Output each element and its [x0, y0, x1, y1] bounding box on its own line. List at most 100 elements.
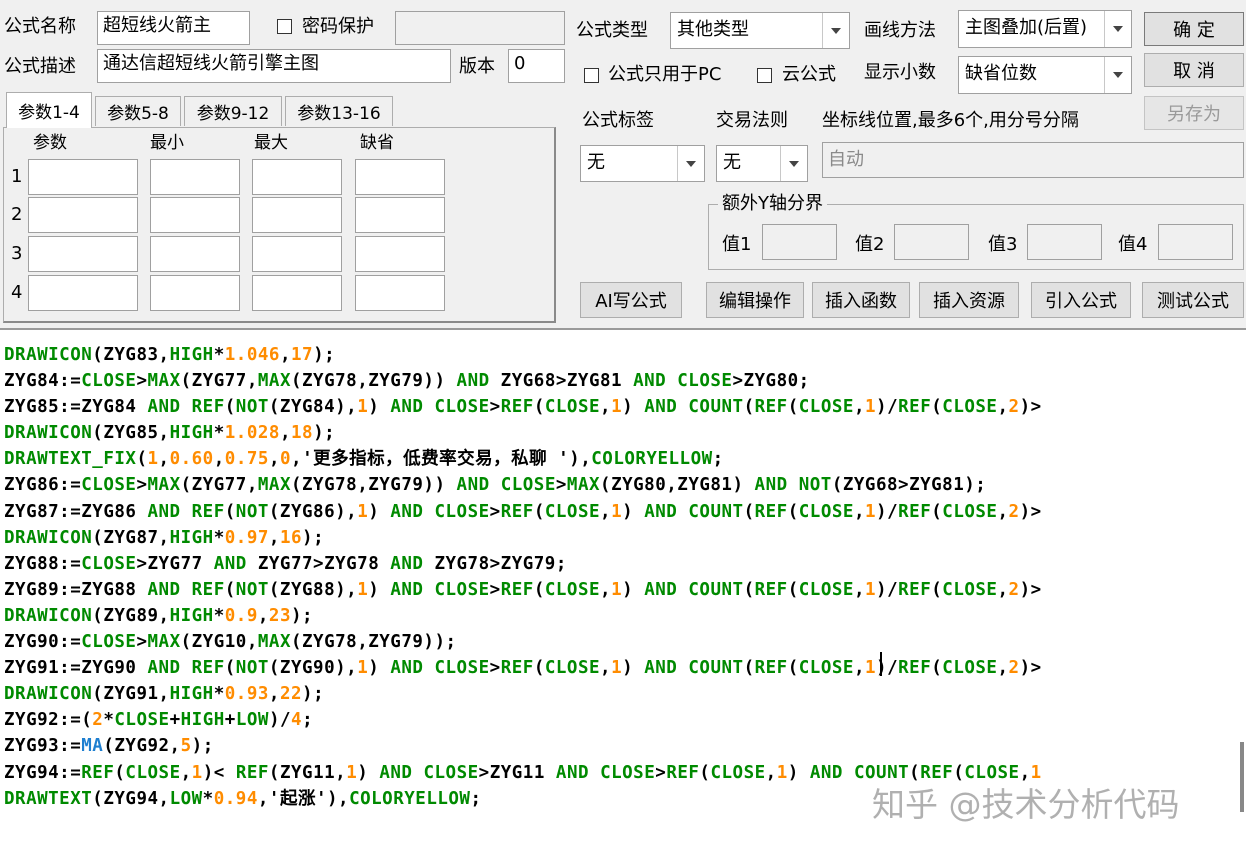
- code-token: CLOSE: [81, 553, 137, 574]
- code-token: REF: [898, 397, 932, 418]
- code-token: REF: [898, 579, 932, 600]
- code-token: )/: [876, 579, 899, 600]
- code-token: MAX: [147, 371, 181, 392]
- param-3-default-input[interactable]: [355, 236, 445, 272]
- axis-position-input[interactable]: 自动: [822, 142, 1244, 178]
- trade-rule-select[interactable]: 无: [716, 145, 808, 182]
- param-3-name-input[interactable]: [28, 236, 138, 272]
- code-line[interactable]: ZYG88:=CLOSE>ZYG77 AND ZYG77>ZYG78 AND Z…: [4, 551, 1042, 577]
- param-1-max-input[interactable]: [252, 159, 342, 195]
- code-token: ): [622, 397, 645, 418]
- code-line[interactable]: ZYG93:=MA(ZYG92,5);: [4, 733, 1042, 759]
- code-token: 16: [279, 527, 303, 548]
- code-content[interactable]: DRAWICON(ZYG83,HIGH*1.046,17); ZYG84:=CLO…: [4, 342, 1042, 812]
- test-formula-button[interactable]: 测试公式: [1142, 282, 1244, 318]
- code-line[interactable]: ZYG86:=CLOSE>MAX(ZYG77,MAX(ZYG78,ZYG79))…: [4, 472, 1042, 498]
- trade-rule-value: 无: [723, 152, 741, 173]
- param-1-name-input[interactable]: [28, 159, 138, 195]
- formula-name-label: 公式名称: [4, 16, 76, 37]
- chevron-down-icon[interactable]: [1104, 11, 1131, 47]
- chevron-down-icon[interactable]: [1104, 57, 1131, 93]
- param-3-max-input[interactable]: [252, 236, 342, 272]
- code-line[interactable]: DRAWICON(ZYG91,HIGH*0.93,22);: [4, 681, 1042, 707]
- param-row-number: 1: [11, 166, 23, 187]
- pc-only-checkbox[interactable]: [584, 68, 599, 83]
- scrollbar[interactable]: [1240, 742, 1244, 812]
- chevron-down-icon[interactable]: [780, 146, 807, 181]
- formula-name-input[interactable]: 超短线火箭主: [97, 11, 250, 45]
- cloud-formula-checkbox[interactable]: [757, 68, 772, 83]
- code-token: );: [302, 684, 325, 705]
- tab-params-5-8[interactable]: 参数5-8: [95, 96, 181, 126]
- code-line[interactable]: DRAWICON(ZYG89,HIGH*0.9,23);: [4, 603, 1042, 629]
- tab-params-1-4[interactable]: 参数1-4: [6, 92, 92, 128]
- code-line[interactable]: DRAWICON(ZYG87,HIGH*0.97,16);: [4, 525, 1042, 551]
- draw-method-select[interactable]: 主图叠加(后置): [958, 10, 1132, 48]
- chevron-down-icon[interactable]: [822, 13, 849, 48]
- value-2-input[interactable]: [894, 224, 969, 260]
- code-token: )>: [1019, 658, 1042, 679]
- ai-write-formula-button[interactable]: AI写公式: [580, 282, 682, 318]
- param-4-default-input[interactable]: [355, 275, 445, 311]
- code-token: ,: [853, 397, 865, 418]
- code-token: CLOSE: [125, 762, 181, 783]
- code-line[interactable]: ZYG90:=CLOSE>MAX(ZYG10,MAX(ZYG78,ZYG79))…: [4, 629, 1042, 655]
- password-input[interactable]: [395, 11, 565, 45]
- value-3-label: 值3: [988, 234, 1018, 255]
- code-line[interactable]: DRAWICON(ZYG85,HIGH*1.028,18);: [4, 420, 1042, 446]
- value-4-input[interactable]: [1158, 224, 1233, 260]
- code-editor[interactable]: DRAWICON(ZYG83,HIGH*1.046,17); ZYG84:=CLO…: [0, 328, 1246, 855]
- code-token: DRAWICON: [4, 527, 93, 548]
- code-line[interactable]: ZYG87:=ZYG86 AND REF(NOT(ZYG86),1) AND C…: [4, 499, 1042, 525]
- cancel-button[interactable]: 取 消: [1144, 53, 1244, 87]
- ok-button[interactable]: 确 定: [1144, 12, 1244, 46]
- formula-tag-select[interactable]: 无: [580, 145, 705, 182]
- value-1-input[interactable]: [762, 224, 837, 260]
- param-2-max-input[interactable]: [252, 197, 342, 233]
- version-input[interactable]: 0: [508, 49, 565, 83]
- code-token: ZYG86:=: [4, 475, 82, 496]
- code-token: ,: [268, 684, 280, 705]
- formula-type-select[interactable]: 其他类型: [670, 12, 850, 49]
- code-token: CLOSE: [434, 658, 490, 679]
- password-protect-checkbox[interactable]: [277, 19, 292, 34]
- decimal-select[interactable]: 缺省位数: [958, 56, 1132, 94]
- chevron-down-icon[interactable]: [677, 146, 704, 181]
- code-token: REF: [666, 762, 700, 783]
- code-token: ZYG84:=: [4, 371, 82, 392]
- tab-params-9-12[interactable]: 参数9-12: [184, 96, 282, 126]
- code-line[interactable]: ZYG85:=ZYG84 AND REF(NOT(ZYG84),1) AND C…: [4, 394, 1042, 420]
- tab-params-13-16[interactable]: 参数13-16: [285, 96, 393, 126]
- param-4-name-input[interactable]: [28, 275, 138, 311]
- code-line[interactable]: ZYG89:=ZYG88 AND REF(NOT(ZYG88),1) AND C…: [4, 577, 1042, 603]
- code-token: 2: [1008, 397, 1020, 418]
- code-line[interactable]: ZYG92:=(2*CLOSE+HIGH+LOW)/4;: [4, 707, 1042, 733]
- insert-resource-button[interactable]: 插入资源: [919, 282, 1019, 318]
- import-formula-button[interactable]: 引入公式: [1031, 282, 1131, 318]
- code-token: ,: [268, 527, 280, 548]
- code-token: (: [743, 397, 755, 418]
- insert-function-button[interactable]: 插入函数: [812, 282, 910, 318]
- param-3-min-input[interactable]: [150, 236, 240, 272]
- code-token: ): [622, 579, 645, 600]
- param-2-default-input[interactable]: [355, 197, 445, 233]
- param-1-default-input[interactable]: [355, 159, 445, 195]
- param-2-name-input[interactable]: [28, 197, 138, 233]
- param-1-min-input[interactable]: [150, 159, 240, 195]
- code-line[interactable]: DRAWTEXT_FIX(1,0.60,0.75,0,'更多指标，低费率交易，私…: [4, 446, 1042, 472]
- code-token: REF: [754, 397, 788, 418]
- code-token: CLOSE: [434, 397, 490, 418]
- code-token: 1: [357, 658, 369, 679]
- value-3-input[interactable]: [1027, 224, 1102, 260]
- param-4-min-input[interactable]: [150, 275, 240, 311]
- param-2-min-input[interactable]: [150, 197, 240, 233]
- formula-desc-input[interactable]: 通达信超短线火箭引擎主图: [97, 49, 451, 83]
- param-4-max-input[interactable]: [252, 275, 342, 311]
- decimal-label: 显示小数: [864, 62, 936, 83]
- code-line[interactable]: ZYG91:=ZYG90 AND REF(NOT(ZYG90),1) AND C…: [4, 655, 1042, 681]
- code-line[interactable]: DRAWICON(ZYG83,HIGH*1.046,17);: [4, 342, 1042, 368]
- edit-operations-button[interactable]: 编辑操作: [706, 282, 804, 318]
- code-token: 1: [147, 449, 159, 470]
- code-line[interactable]: ZYG84:=CLOSE>MAX(ZYG77,MAX(ZYG78,ZYG79))…: [4, 368, 1042, 394]
